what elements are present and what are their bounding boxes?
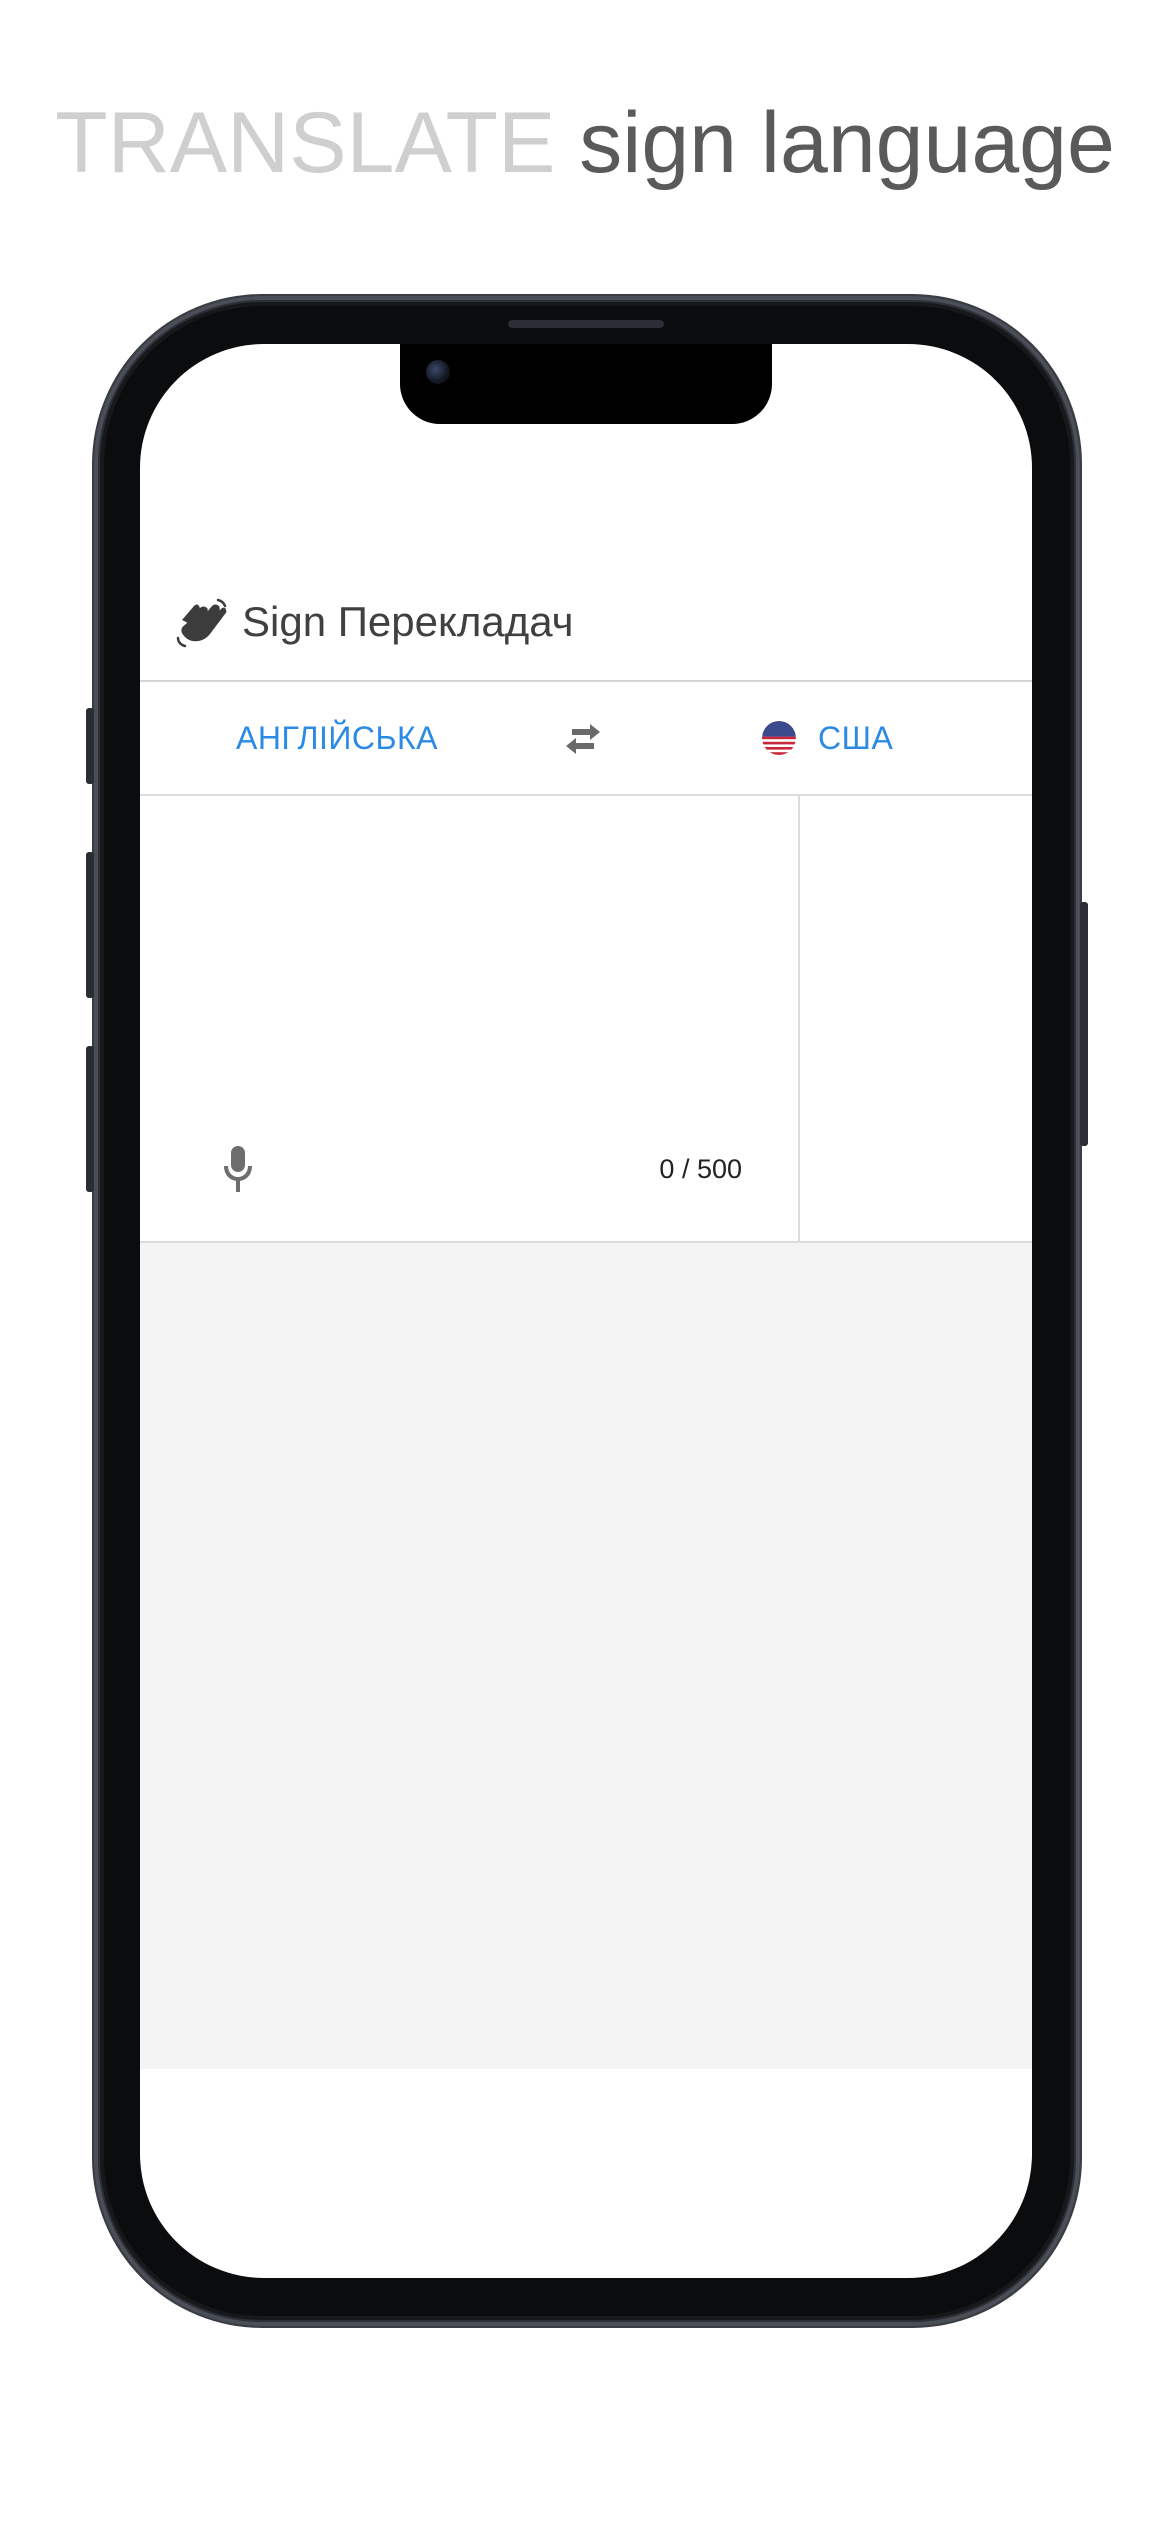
front-camera — [426, 360, 450, 384]
swap-arrows-icon[interactable] — [560, 716, 606, 762]
marketing-page: TRANSLATE sign language Sign Перекладач … — [0, 0, 1170, 2532]
headline-sign-language: sign language — [579, 95, 1115, 191]
waving-hand-icon[interactable] — [174, 594, 228, 648]
headline-translate: TRANSLATE — [55, 95, 556, 191]
character-counter: 0 / 500 — [659, 1154, 742, 1184]
app-header: Sign Перекладач — [140, 564, 1032, 682]
output-panel — [800, 796, 1032, 1242]
us-flag-icon — [762, 721, 796, 755]
power-button — [1080, 902, 1088, 1146]
earpiece-speaker — [508, 320, 664, 328]
app-title: Sign Перекладач — [242, 598, 574, 645]
language-bar: АНГЛІЙСЬКА США — [140, 682, 1032, 796]
phone-screen: Sign Перекладач АНГЛІЙСЬКА США 0 / 500 — [140, 344, 1032, 2278]
text-input[interactable] — [180, 826, 764, 1110]
input-panel: 0 / 500 — [140, 796, 800, 1242]
microphone-icon[interactable] — [218, 1144, 258, 1194]
target-language-button[interactable]: США — [762, 716, 893, 760]
mute-switch — [86, 708, 94, 784]
target-language-label: США — [818, 720, 894, 756]
volume-down-button — [86, 1046, 94, 1192]
source-language-button[interactable]: АНГЛІЙСЬКА — [236, 718, 438, 758]
volume-up-button — [86, 852, 94, 998]
notch — [400, 344, 772, 424]
headline: TRANSLATE sign language — [0, 88, 1170, 198]
sign-video-area — [140, 1243, 1032, 2069]
